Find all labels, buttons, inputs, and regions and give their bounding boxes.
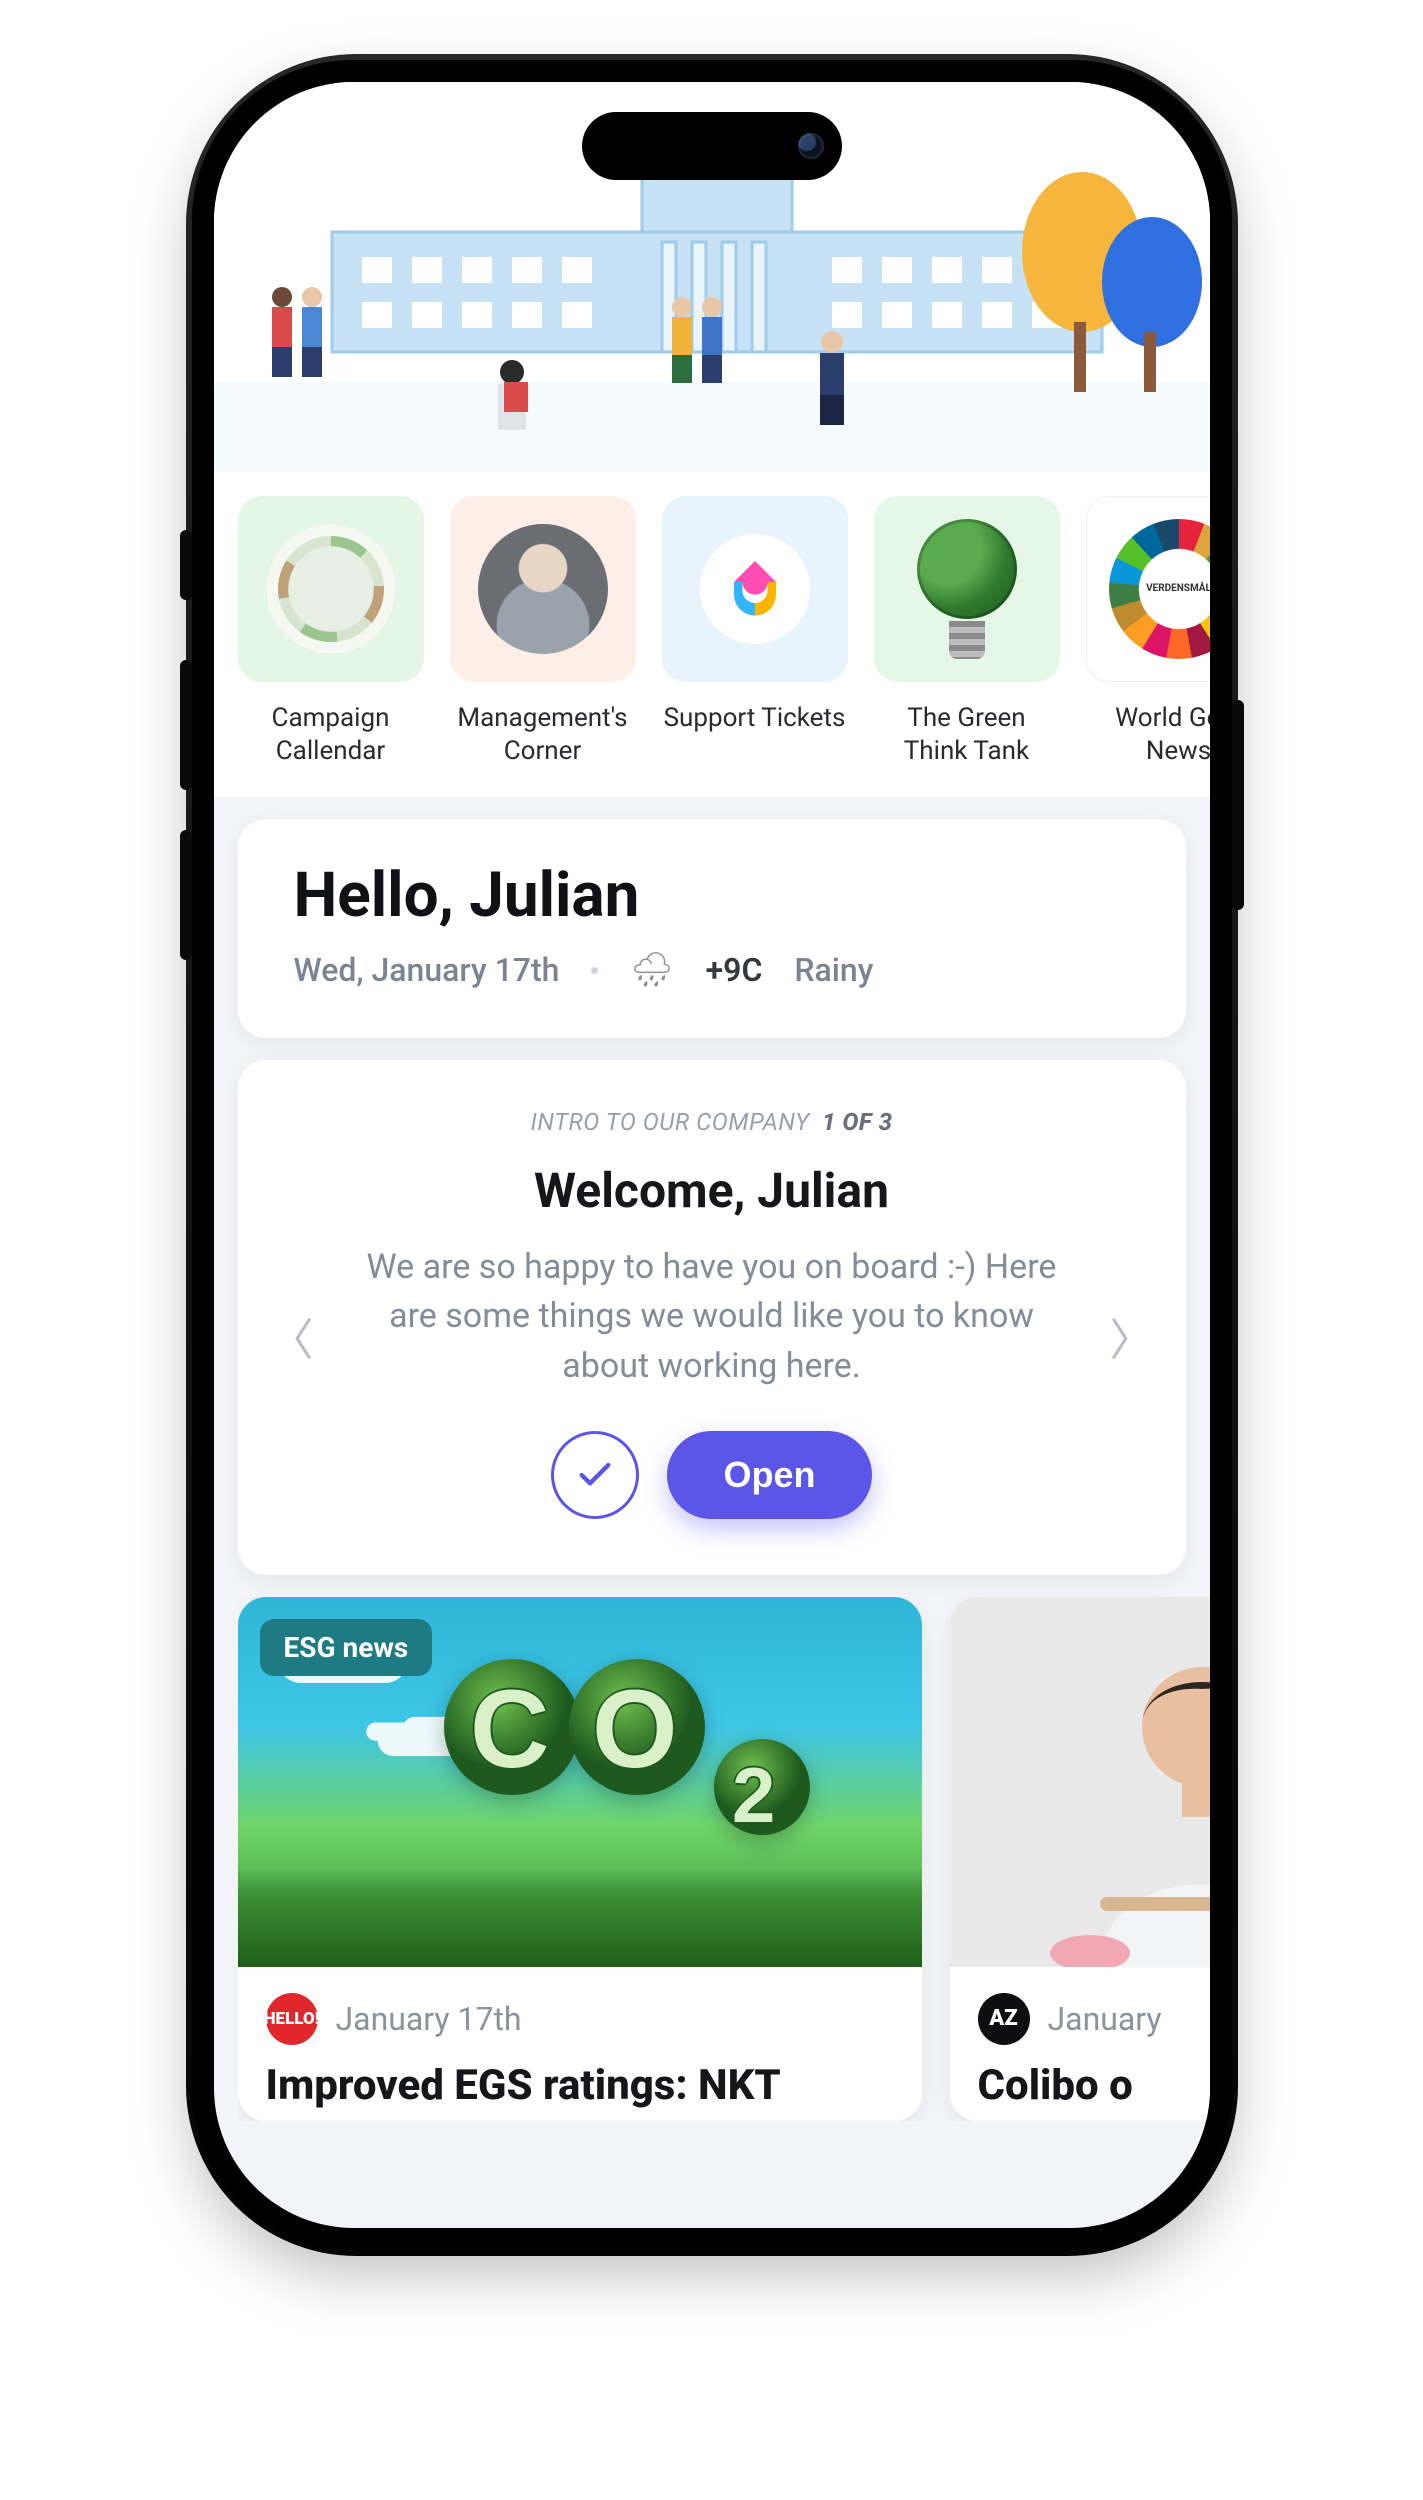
news-byline: AZ January [978, 1993, 1210, 2045]
news-tag: ESG news [260, 1619, 433, 1676]
source-badge-hello-icon: HELLO! [266, 1993, 318, 2045]
tile-green-think-tank[interactable]: The Green Think Tank [874, 496, 1060, 767]
volume-down-button[interactable] [180, 830, 192, 960]
intro-title: Welcome, Julian [278, 1162, 1146, 1219]
phone-frame: Campaign Callendar Management's Corner [192, 60, 1232, 2250]
intro-next-button[interactable]: 〉 [1110, 1305, 1154, 1369]
open-button[interactable]: Open [667, 1431, 871, 1519]
quick-links-row: Campaign Callendar Management's Corner [214, 472, 1210, 797]
weather-rain-icon: 🌧 [630, 950, 673, 990]
news-headline: Improved EGS ratings: NKT [266, 2061, 894, 2111]
tile-thumb [662, 496, 848, 682]
separator-dot-icon [591, 967, 598, 974]
tile-managements-corner[interactable]: Management's Corner [450, 496, 636, 767]
news-headline: Colibo o [978, 2061, 1210, 2111]
intro-actions: Open [278, 1431, 1146, 1519]
calendar-ring-icon [266, 524, 396, 654]
greeting-condition: Rainy [794, 951, 873, 989]
intro-counter: 1 OF 3 [822, 1108, 893, 1136]
news-body: HELLO! January 17th Improved EGS ratings… [238, 1967, 922, 2121]
news-date: January [1048, 2000, 1162, 2038]
svg-text:O: O [592, 1668, 678, 1791]
news-body: AZ January Colibo o [950, 1967, 1210, 2121]
news-cover [950, 1597, 1210, 1967]
check-icon [575, 1455, 615, 1495]
tile-thumb [238, 496, 424, 682]
dynamic-island [582, 112, 842, 180]
tile-label: Management's Corner [450, 702, 636, 767]
tile-label: Support Tickets [664, 702, 846, 735]
intro-body: We are so happy to have you on board :-)… [352, 1243, 1072, 1391]
tile-label: World Goal News [1086, 702, 1210, 767]
news-cover: C O 2 ESG news [238, 1597, 922, 1967]
screen: Campaign Callendar Management's Corner [214, 82, 1210, 2228]
support-logo-icon [700, 534, 810, 644]
tile-thumb: VERDENSMÅL [1086, 496, 1210, 682]
sdg-wheel-icon: VERDENSMÅL [1109, 519, 1210, 659]
mark-done-button[interactable] [551, 1431, 639, 1519]
lightbulb-plant-icon [907, 519, 1027, 659]
news-date: January 17th [336, 2000, 522, 2038]
greeting-meta: Wed, January 17th 🌧 +9C Rainy [294, 950, 1130, 990]
co2-hedge-icon: C O 2 [442, 1637, 862, 1897]
greeting-date: Wed, January 17th [294, 951, 560, 989]
intro-eyebrow: INTRO TO OUR COMPANY 1 OF 3 [278, 1108, 1146, 1136]
mute-switch[interactable] [180, 530, 192, 600]
tile-world-goal-news[interactable]: VERDENSMÅL World Goal News [1086, 496, 1210, 767]
tile-campaign-calendar[interactable]: Campaign Callendar [238, 496, 424, 767]
tile-label: Campaign Callendar [238, 702, 424, 767]
tile-thumb [450, 496, 636, 682]
intro-card: INTRO TO OUR COMPANY 1 OF 3 Welcome, Jul… [238, 1060, 1186, 1575]
front-camera-icon [798, 133, 824, 159]
news-card-colibo[interactable]: AZ January Colibo o [950, 1597, 1210, 2121]
tile-label: The Green Think Tank [874, 702, 1060, 767]
news-row: C O 2 ESG news HELLO! January 17th Impro… [238, 1597, 1210, 2121]
news-byline: HELLO! January 17th [266, 1993, 894, 2045]
greeting-temp: +9C [706, 951, 763, 989]
power-button[interactable] [1232, 700, 1244, 910]
greeting-card: Hello, Julian Wed, January 17th 🌧 +9C Ra… [238, 819, 1186, 1038]
tile-support-tickets[interactable]: Support Tickets [662, 496, 848, 767]
greeting-title: Hello, Julian [294, 859, 1130, 932]
news-card-esg[interactable]: C O 2 ESG news HELLO! January 17th Impro… [238, 1597, 922, 2121]
source-badge-az-icon: AZ [978, 1993, 1030, 2045]
svg-text:C: C [470, 1668, 549, 1791]
person-avatar-icon [478, 524, 608, 654]
intro-prev-button[interactable]: 〈 [270, 1305, 314, 1369]
intro-eyebrow-text: INTRO TO OUR COMPANY [530, 1108, 809, 1136]
svg-text:2: 2 [732, 1751, 775, 1839]
tile-thumb [874, 496, 1060, 682]
volume-up-button[interactable] [180, 660, 192, 790]
